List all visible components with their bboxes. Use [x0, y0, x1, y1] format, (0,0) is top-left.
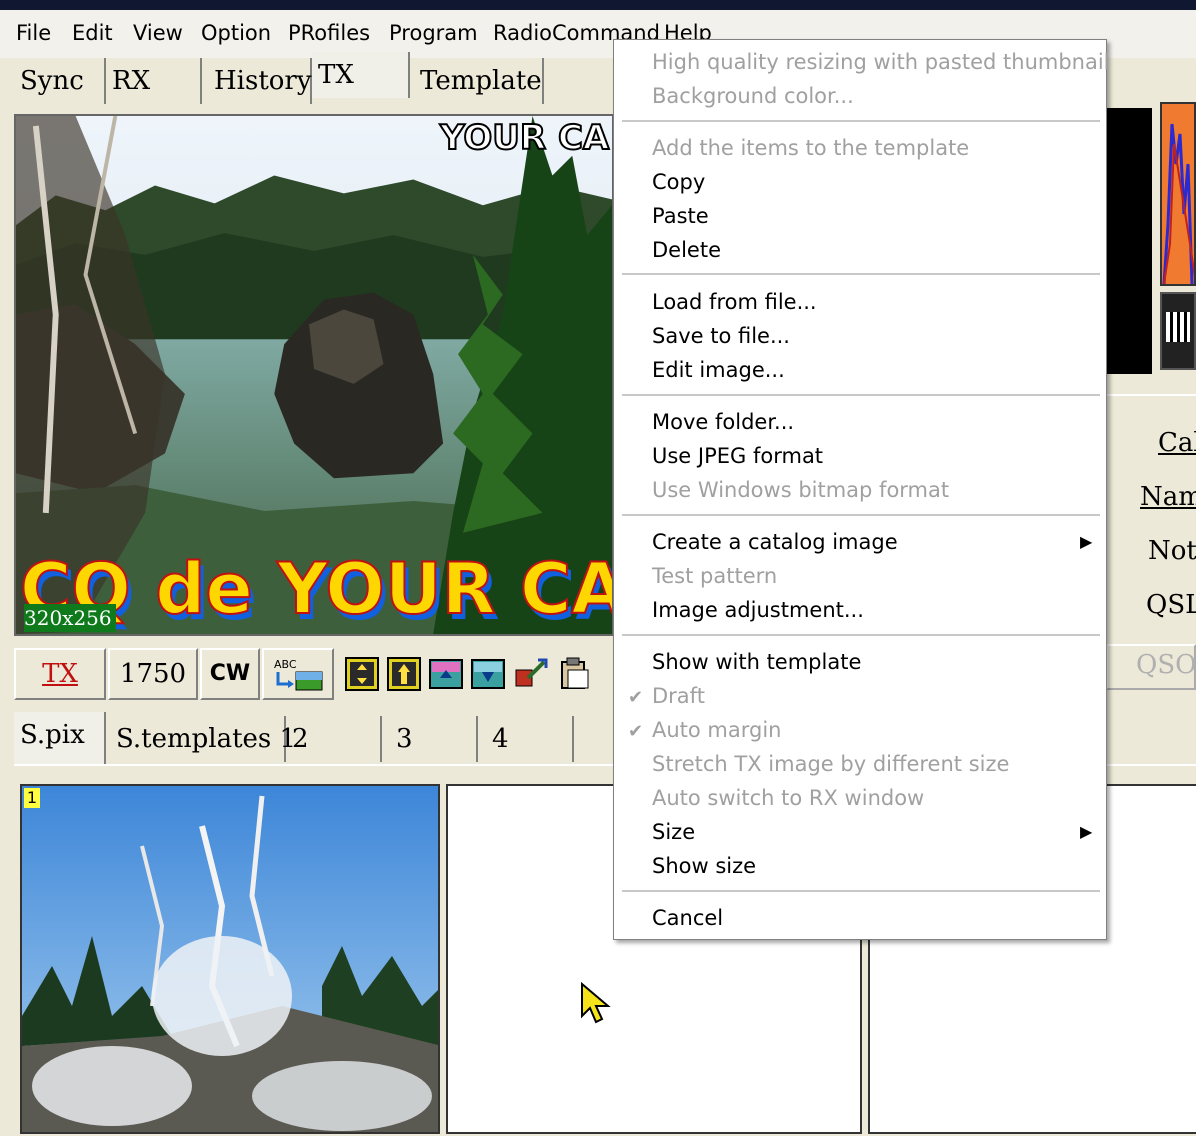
menu-separator	[622, 120, 1100, 122]
label-name: Nam	[1140, 482, 1196, 512]
image-flip-icon[interactable]	[428, 656, 464, 692]
frequency-label: 1750	[119, 659, 187, 689]
cw-label: CW	[209, 661, 251, 686]
tab-stemplates-2[interactable]: 2	[286, 716, 382, 762]
sync-display	[1160, 292, 1196, 370]
tab-stemplates-3[interactable]: 3	[382, 716, 478, 762]
align-top-icon[interactable]	[386, 656, 422, 692]
tab-tx-label: TX	[318, 60, 354, 90]
image-down-icon[interactable]	[470, 656, 506, 692]
menu-item-save-to-file[interactable]: Save to file...	[652, 324, 790, 348]
tab-stemplates-1[interactable]: S.templates 1	[110, 716, 296, 762]
menu-item-move-folder[interactable]: Move folder...	[652, 410, 794, 434]
menu-item-edit-image[interactable]: Edit image...	[652, 358, 785, 382]
menu-item-cancel[interactable]: Cancel	[652, 906, 723, 930]
thumbnail-index: 1	[24, 788, 40, 808]
menu-profiles[interactable]: PRofiles	[288, 21, 370, 45]
menu-file[interactable]: File	[16, 21, 51, 45]
tab-template-label: Template	[420, 66, 542, 96]
menu-item-add-items-to-template[interactable]: Add the items to the template	[652, 136, 969, 160]
menu-edit[interactable]: Edit	[72, 21, 113, 45]
auto-margin-check-icon: ✔	[628, 721, 644, 742]
thumbnail-scene	[22, 786, 438, 1132]
menu-item-use-windows-bitmap[interactable]: Use Windows bitmap format	[652, 478, 949, 502]
tab-stemplates-4-label: 4	[492, 724, 509, 754]
tab-spix-label: S.pix	[20, 720, 85, 750]
tab-history-label: History	[214, 66, 312, 96]
brush-icon[interactable]	[512, 656, 548, 692]
context-menu: High quality resizing with pasted thumbn…	[613, 39, 1110, 940]
tab-stemplates-3-label: 3	[396, 724, 413, 754]
tx-toolbar: TX 1750 CW ABC	[14, 648, 614, 704]
text-to-image-button[interactable]: ABC	[262, 648, 334, 700]
window-top-edge	[0, 0, 1196, 10]
tx-button[interactable]: TX	[14, 648, 106, 700]
menu-item-stretch-tx-image[interactable]: Stretch TX image by different size	[652, 752, 1009, 776]
tab-sync-label: Sync	[20, 66, 84, 96]
tx-image-panel[interactable]: YOUR CA CQ de YOUR CAL 320x256	[14, 114, 614, 636]
tab-history[interactable]: History	[202, 58, 312, 104]
menu-item-size[interactable]: Size	[652, 820, 695, 844]
menu-separator	[622, 273, 1100, 275]
tab-rx-label: RX	[112, 66, 151, 96]
menu-separator	[622, 634, 1100, 636]
tab-stemplates-1-label: S.templates 1	[116, 724, 297, 754]
label-call: Cal	[1158, 428, 1196, 458]
menu-item-background-color[interactable]: Background color...	[652, 84, 854, 108]
menu-item-show-with-template[interactable]: Show with template	[652, 650, 861, 674]
submenu-arrow-icon: ▶	[1080, 822, 1093, 841]
menu-separator	[622, 890, 1100, 892]
tab-stemplates-2-label: 2	[292, 724, 309, 754]
svg-text:ABC: ABC	[274, 658, 297, 671]
menu-item-copy[interactable]: Copy	[652, 170, 705, 194]
right-panel: Cal Nam Note QSL QSO	[1100, 98, 1196, 698]
menu-program[interactable]: Program	[389, 21, 478, 45]
draft-check-icon: ✔	[628, 687, 644, 708]
menu-item-load-from-file[interactable]: Load from file...	[652, 290, 817, 314]
menu-item-show-size[interactable]: Show size	[652, 854, 756, 878]
menu-option[interactable]: Option	[201, 21, 271, 45]
menu-item-high-quality-resizing[interactable]: High quality resizing with pasted thumbn…	[652, 50, 1110, 74]
main-tabs: Sync RX History TX Template	[14, 52, 614, 106]
tx-button-label: TX	[42, 659, 78, 689]
overlay-callsign-top: YOUR CA	[439, 117, 610, 159]
menu-separator	[622, 514, 1100, 516]
tab-sync[interactable]: Sync	[14, 58, 106, 104]
tab-tx[interactable]: TX	[312, 52, 410, 98]
label-qsl: QSL	[1146, 590, 1196, 620]
frequency-button[interactable]: 1750	[108, 648, 198, 700]
spectrum-display	[1106, 108, 1152, 374]
fit-vertical-icon[interactable]	[344, 656, 380, 692]
menu-item-paste[interactable]: Paste	[652, 204, 709, 228]
tab-stemplates-4[interactable]: 4	[478, 716, 574, 762]
thumbnail-slot-1[interactable]: 1	[20, 784, 440, 1134]
tab-rx[interactable]: RX	[106, 58, 202, 104]
abc-image-icon: ABC	[274, 658, 323, 691]
waterfall-display	[1160, 102, 1196, 286]
qso-label: QSO	[1136, 650, 1196, 680]
tab-spix[interactable]: S.pix	[14, 712, 106, 764]
menu-item-delete[interactable]: Delete	[652, 238, 721, 262]
tab-template[interactable]: Template	[410, 58, 544, 104]
waterfall-graph	[1162, 123, 1194, 284]
label-note: Note	[1148, 536, 1196, 566]
qso-button[interactable]: QSO	[1106, 644, 1196, 690]
menu-item-use-jpeg-format[interactable]: Use JPEG format	[652, 444, 823, 468]
menu-view[interactable]: View	[133, 21, 183, 45]
menu-item-test-pattern[interactable]: Test pattern	[652, 564, 777, 588]
menu-item-auto-switch-rx[interactable]: Auto switch to RX window	[652, 786, 924, 810]
image-size-badge: 320x256	[24, 604, 116, 632]
menu-separator	[622, 394, 1100, 396]
menu-item-auto-margin[interactable]: Auto margin	[652, 718, 782, 742]
mouse-cursor-icon	[581, 982, 611, 1024]
cw-button[interactable]: CW	[200, 648, 260, 700]
menu-item-create-catalog-image[interactable]: Create a catalog image	[652, 530, 898, 554]
menu-item-image-adjustment[interactable]: Image adjustment...	[652, 598, 864, 622]
submenu-arrow-icon: ▶	[1080, 532, 1093, 551]
clipboard-icon[interactable]	[554, 656, 594, 692]
menu-item-draft[interactable]: Draft	[652, 684, 705, 708]
